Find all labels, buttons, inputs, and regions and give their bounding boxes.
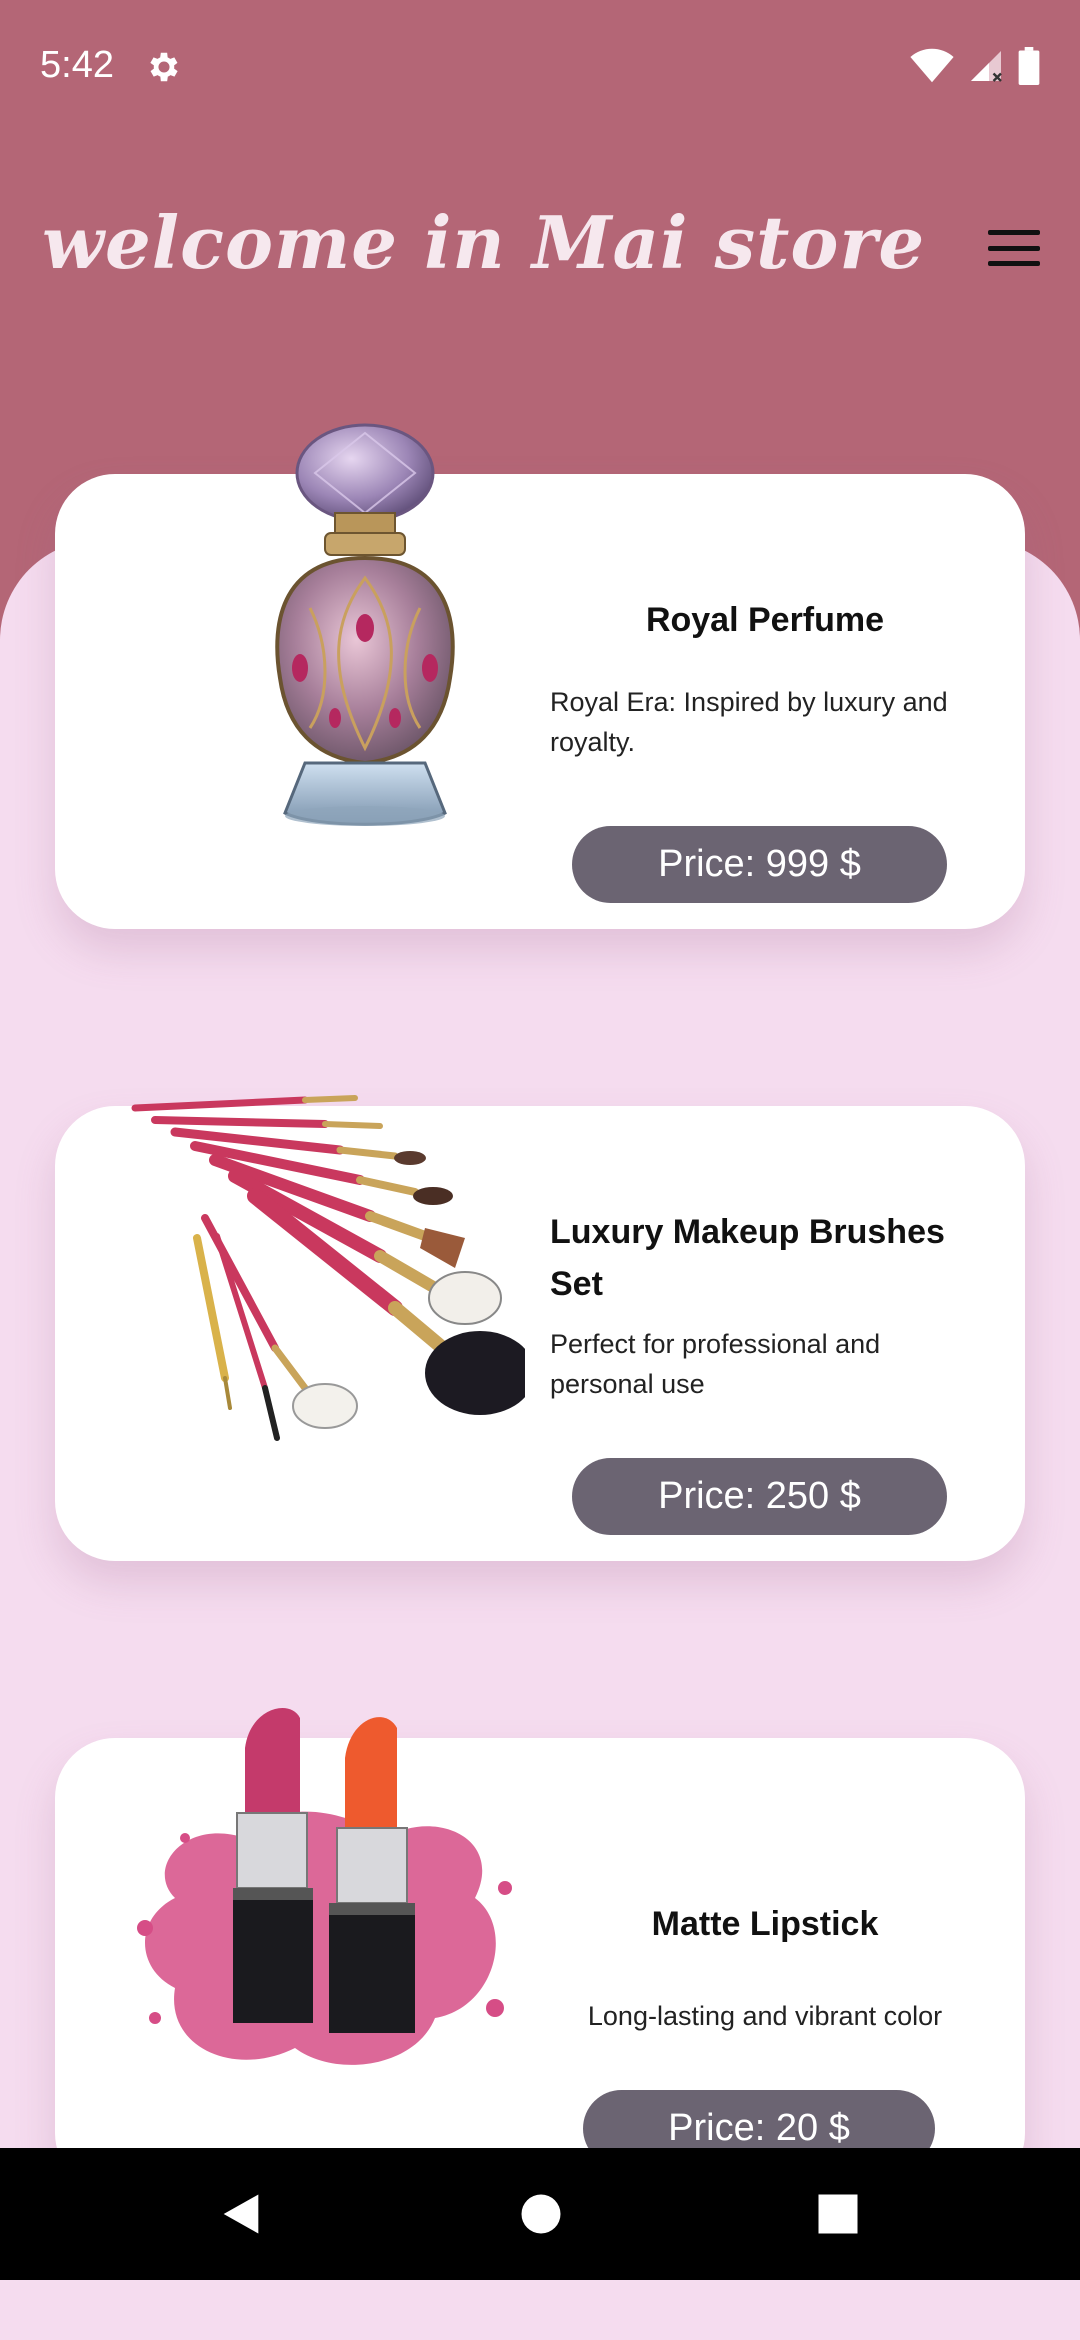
product-name: Royal Perfume [645, 601, 885, 639]
lipstick-image [137, 1708, 512, 2065]
gear-icon [150, 52, 178, 82]
hamburger-menu-icon[interactable] [988, 230, 1040, 266]
menu-bar [988, 245, 1040, 251]
product-name: Luxury Makeup Brushes Set [550, 1213, 945, 1303]
system-nav-bar [0, 2148, 1080, 2280]
page-title: welcome in Mai store [42, 200, 926, 285]
back-triangle-icon[interactable] [215, 2188, 267, 2240]
status-time: 5:42 [40, 44, 114, 86]
menu-bar [988, 230, 1040, 235]
wifi-icon [910, 48, 954, 83]
home-circle-icon[interactable] [515, 2188, 567, 2240]
product-card[interactable]: Royal Perfume Royal Era: Inspired by lux… [55, 423, 1025, 929]
perfume-bottle-image [275, 423, 455, 826]
product-name: Matte Lipstick [651, 1905, 879, 1943]
product-description: Royal Era: Inspired by luxury and royalt… [550, 687, 948, 757]
makeup-brushes-image [131, 1095, 525, 1441]
product-card[interactable]: Luxury Makeup Brushes Set Perfect for pr… [55, 1095, 1025, 1561]
status-bar: 5:42 [0, 0, 1080, 135]
price-button[interactable]: Price: 250 $ [572, 1458, 947, 1535]
product-description: Perfect for professional and personal us… [550, 1329, 881, 1399]
signal-icon [971, 51, 1002, 82]
product-description: Long-lasting and vibrant color [587, 2001, 943, 2031]
menu-bar [988, 261, 1040, 266]
recents-square-icon[interactable] [812, 2188, 864, 2240]
battery-icon [1018, 47, 1040, 85]
product-card[interactable]: Matte Lipstick Long-lasting and vibrant … [55, 1708, 1025, 2193]
price-button[interactable]: Price: 999 $ [572, 826, 947, 903]
